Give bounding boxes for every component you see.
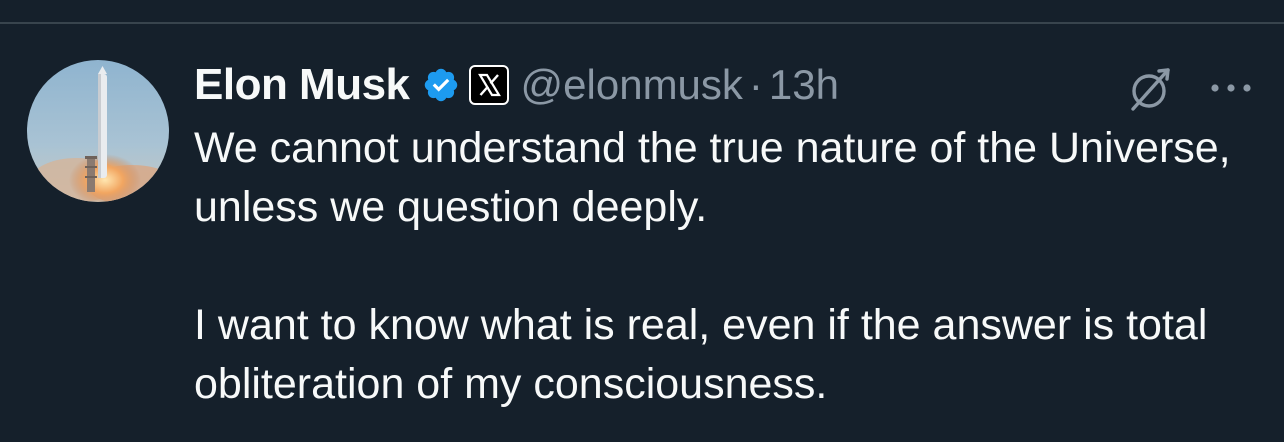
tweet-header: Elon Musk @elonmusk · 13h [194, 58, 839, 112]
grok-icon[interactable] [1126, 64, 1176, 114]
tweet-paragraph-2: I want to know what is real, even if the… [194, 301, 1208, 408]
display-name[interactable]: Elon Musk [194, 60, 410, 110]
avatar[interactable] [27, 60, 169, 202]
tweet-paragraph-1: We cannot understand the true nature of … [194, 124, 1231, 231]
author-handle[interactable]: @elonmusk [521, 61, 743, 109]
tweet-text: We cannot understand the true nature of … [194, 119, 1264, 414]
tweet-card[interactable]: Elon Musk @elonmusk · 13h We cannot unde… [0, 24, 1284, 442]
tweet-timestamp[interactable]: 13h [769, 61, 839, 109]
more-options-icon[interactable] [1208, 68, 1254, 108]
x-logo-affiliate-icon[interactable] [468, 65, 509, 105]
rocket-launch-avatar-image [27, 60, 169, 202]
separator-dot: · [748, 61, 763, 108]
verified-badge-icon [422, 66, 460, 104]
